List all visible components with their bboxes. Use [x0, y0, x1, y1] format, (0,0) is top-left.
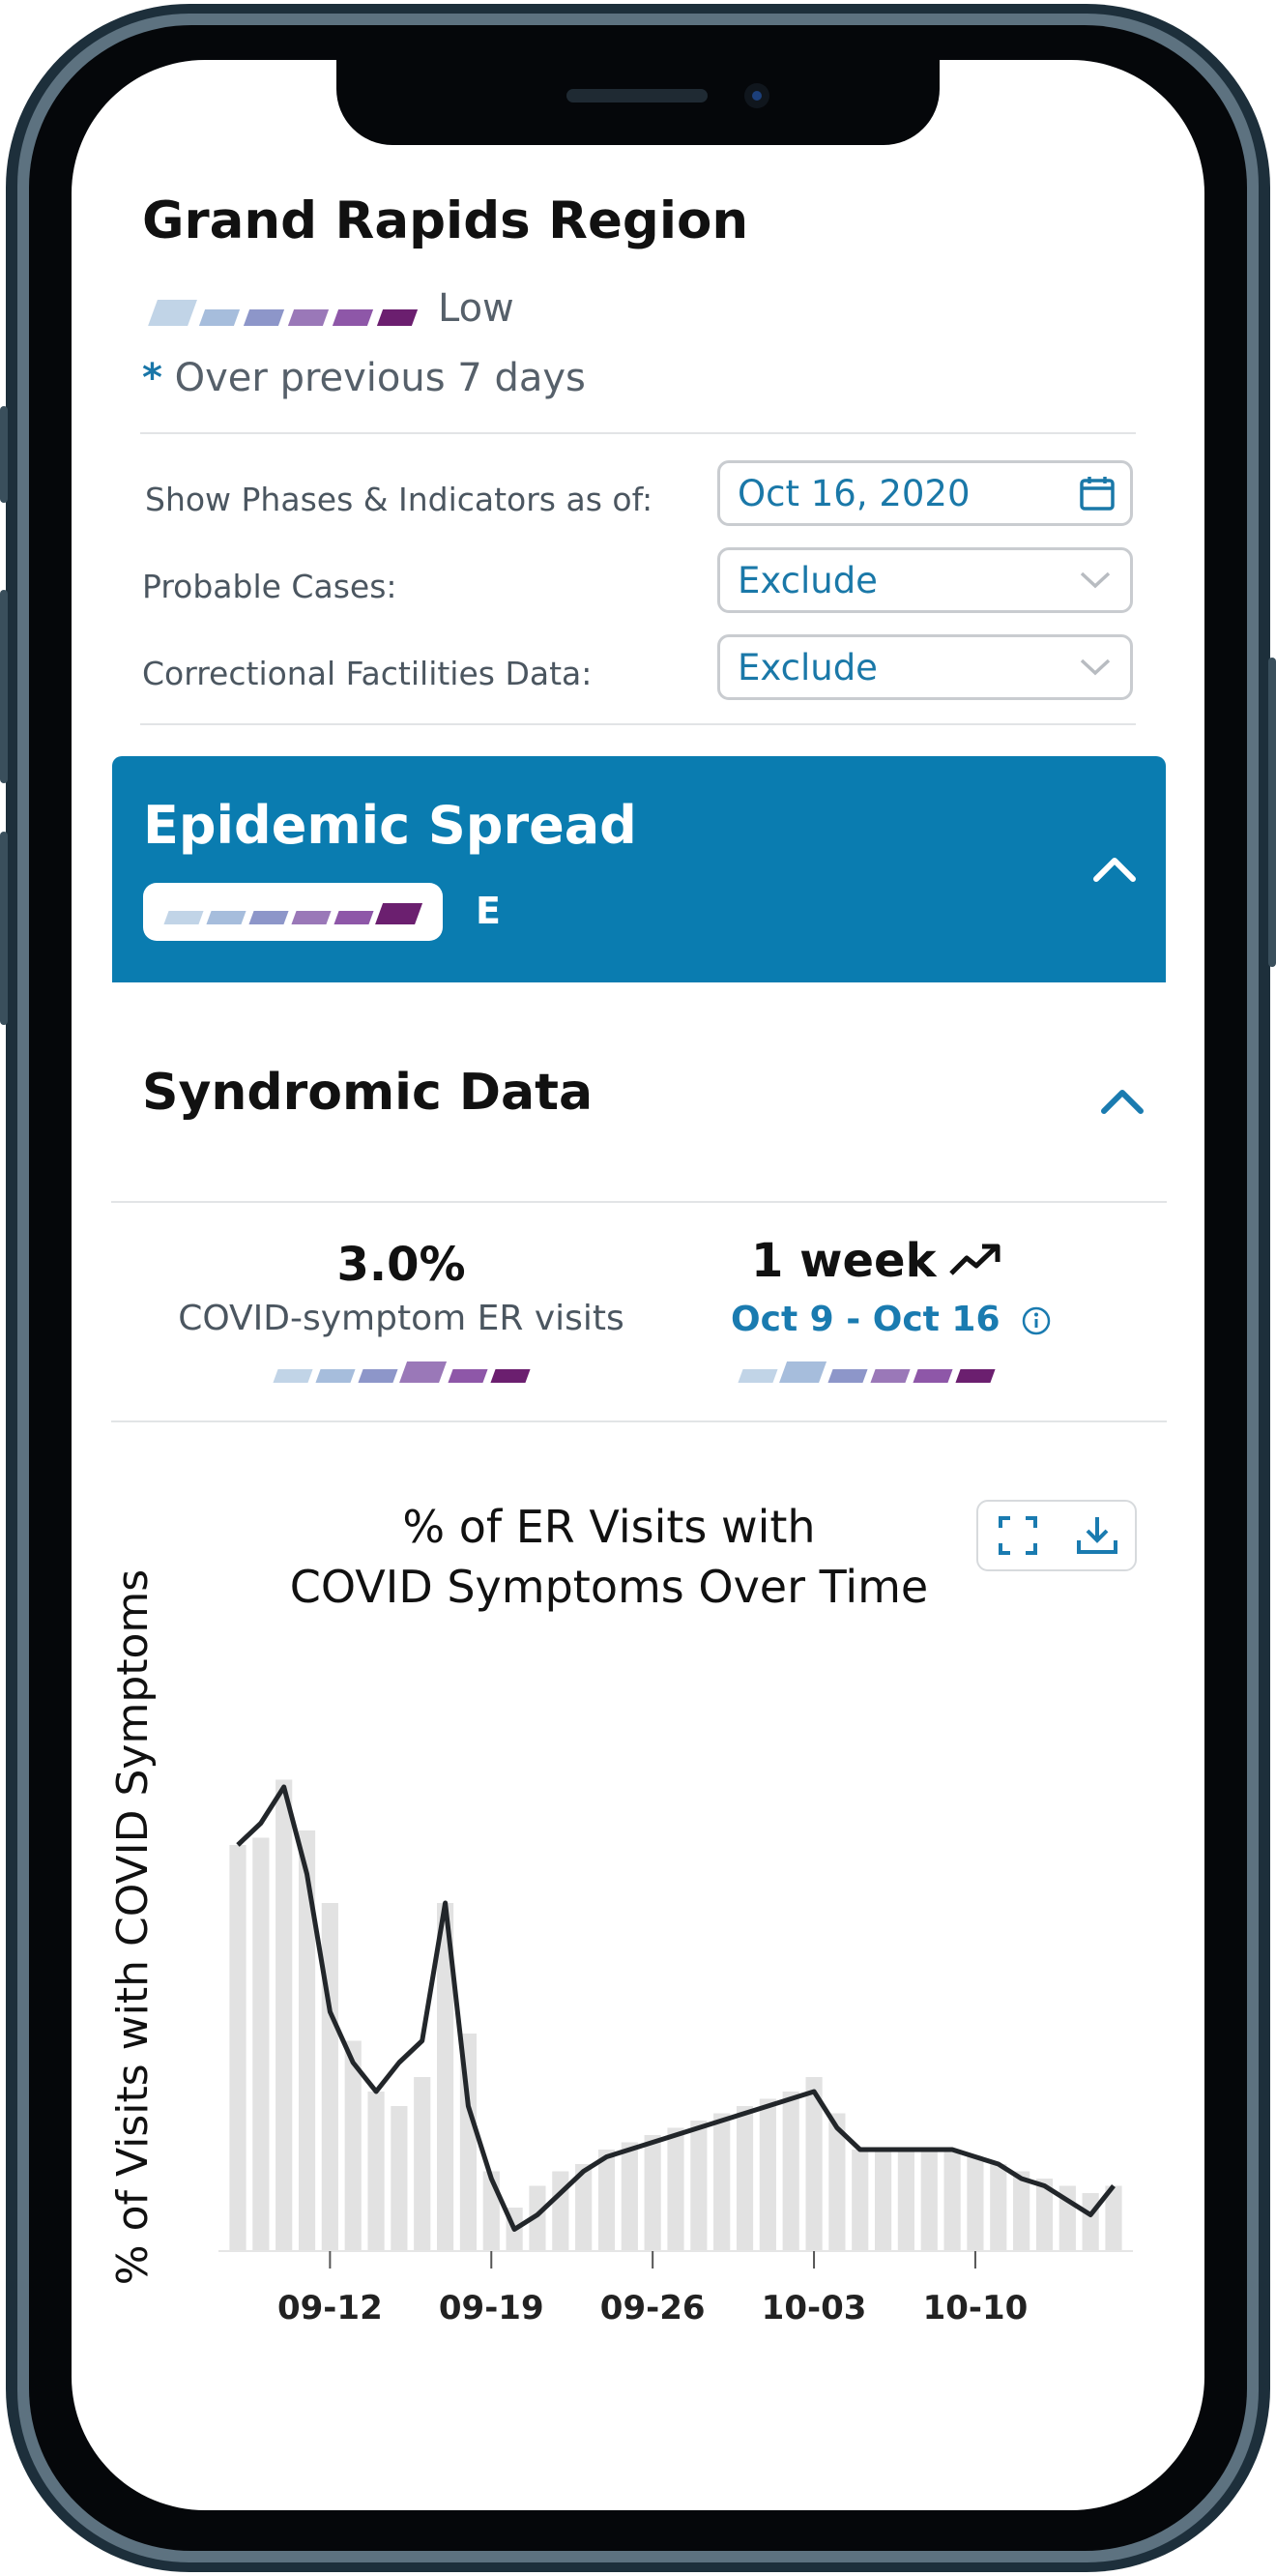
trend-dates: Oct 9 - Oct 16: [731, 1300, 1000, 1339]
risk-segment: [333, 309, 374, 327]
risk-segment: [377, 309, 419, 327]
metric-label: COVID-symptom ER visits: [178, 1299, 624, 1338]
risk-segment: [288, 309, 330, 327]
risk-segment: [778, 1361, 827, 1384]
epidemic-level-letter: E: [476, 890, 501, 932]
chevron-up-icon[interactable]: [1101, 1089, 1144, 1114]
risk-segment: [738, 1369, 778, 1384]
divider-syndromic: [111, 1201, 1167, 1203]
epidemic-spread-panel[interactable]: [112, 756, 1166, 982]
correctional-select[interactable]: Exclude: [717, 634, 1133, 700]
note-text: Over previous 7 days: [174, 356, 586, 400]
trending-up-icon: [949, 1244, 1000, 1275]
risk-segment: [955, 1369, 996, 1384]
risk-scale: [148, 300, 419, 327]
risk-segment: [244, 309, 285, 327]
download-icon[interactable]: [1075, 1513, 1119, 1558]
risk-segment: [315, 1369, 356, 1384]
risk-segment: [827, 1369, 868, 1384]
notch: [336, 60, 940, 145]
risk-segment: [248, 911, 289, 925]
calendar-icon[interactable]: [1078, 474, 1116, 512]
y-axis-label: % of Visits with COVID Symptoms: [108, 1526, 158, 2328]
front-camera: [744, 83, 769, 108]
y-axis-label-text: % of Visits with COVID Symptoms: [108, 1568, 158, 2286]
date-value: Oct 16, 2020: [738, 472, 971, 514]
period-note: * Over previous 7 days: [142, 356, 586, 400]
risk-segment: [913, 1369, 953, 1384]
risk-level-label: Low: [438, 286, 514, 331]
risk-segment: [206, 911, 246, 925]
divider-filters: [140, 723, 1136, 725]
risk-segment: [199, 309, 241, 327]
chart-title-line1: % of ER Visits with: [402, 1501, 816, 1553]
risk-segment: [490, 1369, 531, 1384]
risk-segment: [273, 1369, 313, 1384]
risk-segment: [334, 911, 374, 925]
note-star: *: [142, 356, 162, 400]
divider-metrics: [111, 1420, 1167, 1422]
chart-title: % of ER Visits with COVID Symptoms Over …: [193, 1497, 1025, 1617]
probable-value: Exclude: [738, 559, 878, 601]
metric-scale: [273, 1361, 531, 1384]
risk-segment: [163, 911, 204, 925]
risk-segment: [358, 1369, 398, 1384]
expand-icon[interactable]: [998, 1515, 1038, 1556]
trend-scale: [738, 1361, 996, 1384]
probable-select[interactable]: Exclude: [717, 547, 1133, 613]
epidemic-scale: [163, 903, 423, 925]
chart-toolbar: [976, 1500, 1137, 1571]
trend-value: 1 week: [751, 1234, 937, 1288]
risk-segment: [870, 1369, 911, 1384]
region-title: Grand Rapids Region: [142, 191, 749, 250]
syndromic-title: Syndromic Data: [142, 1064, 594, 1122]
info-icon[interactable]: [1021, 1305, 1052, 1336]
risk-segment: [374, 903, 423, 925]
risk-segment: [148, 300, 198, 327]
speaker: [566, 89, 708, 102]
epidemic-spread-title: Epidemic Spread: [143, 795, 637, 856]
chart-title-line2: COVID Symptoms Over Time: [289, 1561, 929, 1613]
date-picker[interactable]: Oct 16, 2020: [717, 460, 1133, 526]
correctional-label: Correctional Factilities Data:: [142, 655, 593, 692]
volume-down-button: [0, 832, 8, 1025]
volume-up-button: [0, 590, 8, 783]
chevron-down-icon: [1080, 571, 1111, 589]
risk-segment: [448, 1369, 488, 1384]
correctional-value: Exclude: [738, 646, 878, 688]
risk-segment: [291, 911, 332, 925]
mute-switch: [0, 406, 8, 503]
divider-top: [140, 432, 1136, 434]
phases-label: Show Phases & Indicators as of:: [145, 481, 653, 518]
probable-label: Probable Cases:: [142, 568, 397, 605]
metric-value: 3.0%: [336, 1238, 466, 1292]
power-button: [1268, 658, 1276, 967]
chevron-up-icon[interactable]: [1093, 857, 1136, 882]
risk-segment: [398, 1361, 448, 1384]
chevron-down-icon: [1080, 659, 1111, 676]
